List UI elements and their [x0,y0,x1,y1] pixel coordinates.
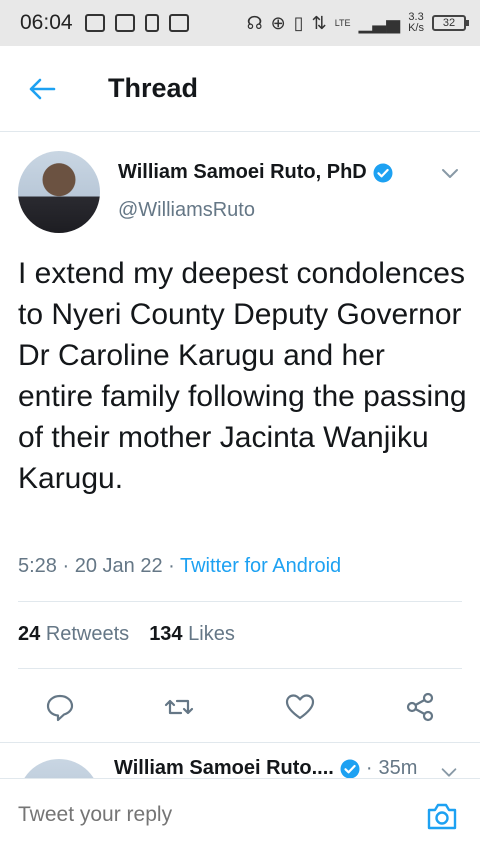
camera-icon[interactable] [426,801,458,831]
status-time: 06:04 [20,11,73,34]
author-name-text: William Samoei Ruto, PhD [118,161,367,183]
activity-icon [168,14,189,32]
network-speed: 3.3 K/s [408,12,424,34]
data-saver-icon: ⊕ [270,12,286,33]
verified-badge-icon [340,759,360,778]
sim-card-icon [84,14,105,32]
tweet-text: I extend my deepest condolences to Nyeri… [18,257,467,495]
next-tweet-time: 35m [378,757,418,778]
network-speed-unit: K/s [408,22,424,34]
battery-icon: 32 [432,15,469,31]
tweet-actions [0,681,480,731]
verified-badge-icon [373,163,393,182]
divider [18,668,462,669]
divider [18,601,462,602]
reply-bar [0,778,480,854]
back-arrow-icon [29,78,56,99]
avatar[interactable] [18,759,100,778]
signal-icon: ▁▃▅ [358,12,401,33]
reply-icon[interactable] [44,691,76,723]
chevron-down-icon[interactable] [438,761,460,778]
phone-icon [144,14,159,32]
meta-separator: · [365,757,373,778]
retweets-stat[interactable]: 24 Retweets [18,623,129,646]
meta-separator: · [168,555,180,577]
retweets-count: 24 [18,623,41,645]
notification-icons [84,14,189,32]
author-name[interactable]: William Samoei Ruto, PhD [118,161,393,184]
data-transfer-icon: ⇅ [311,12,327,33]
next-tweet[interactable]: William Samoei Ruto.... · 35m [0,742,480,778]
reply-input[interactable] [18,803,378,827]
vibrate-icon: ▯ [293,12,304,33]
next-tweet-author-name: William Samoei Ruto.... [114,757,334,778]
system-icons: ☊ ⊕ ▯ ⇅ LTE ▁▃▅ 3.3 K/s 32 [246,12,469,34]
tweet-date: 20 Jan 22 [74,555,163,577]
meta-separator: · [62,555,75,577]
share-icon[interactable] [404,691,436,723]
thread-header: Thread [0,46,480,132]
likes-stat[interactable]: 134 Likes [149,623,235,646]
back-button[interactable] [0,46,84,132]
tweet-time: 5:28 [18,555,57,577]
retweets-label: Retweets [45,623,130,645]
page-title: Thread [108,73,199,103]
retweet-icon[interactable] [163,691,195,723]
network-type: LTE [334,17,351,28]
status-bar: 06:04 ☊ ⊕ ▯ ⇅ LTE ▁▃▅ 3.3 K/s 32 [0,0,480,46]
tweet-stats: 24 Retweets 134 Likes [18,623,235,646]
likes-label: Likes [188,623,235,645]
author-handle[interactable]: @WilliamsRuto [118,199,255,222]
avatar[interactable] [18,151,100,233]
tweet-meta: 5:28 · 20 Jan 22 · Twitter for Android [18,555,341,578]
headset-icon: ☊ [246,12,263,33]
chevron-down-icon[interactable] [438,161,462,185]
like-icon[interactable] [284,691,316,723]
message-icon [114,14,135,32]
next-tweet-author: William Samoei Ruto.... · 35m [114,757,417,778]
likes-count: 134 [149,623,183,645]
tweet-source-link[interactable]: Twitter for Android [180,555,341,577]
